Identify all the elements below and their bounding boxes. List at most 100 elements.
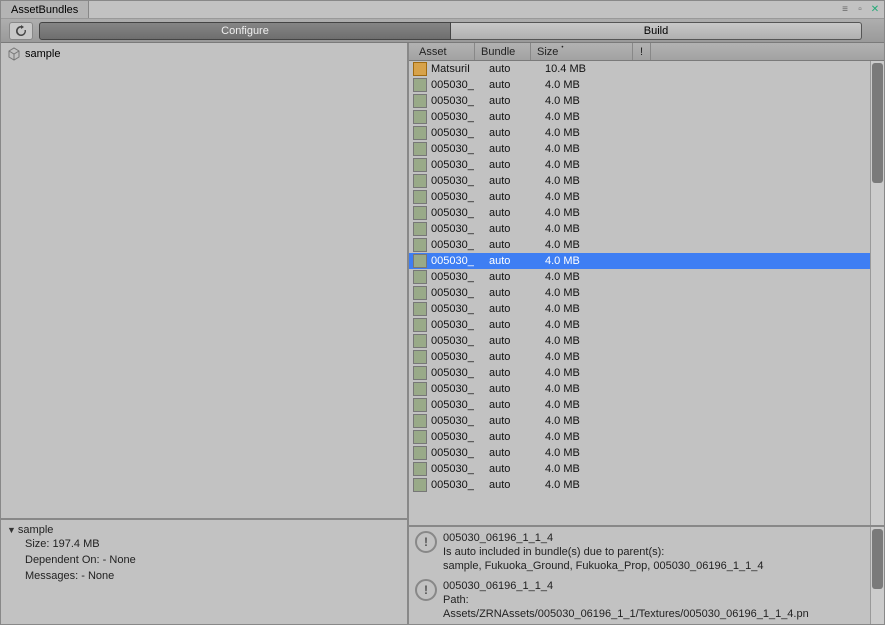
cell-size: 4.0 MB — [545, 367, 625, 379]
cell-asset: 005030_ — [431, 463, 489, 475]
scroll-thumb[interactable] — [872, 63, 883, 183]
details-header[interactable]: ▼sample — [7, 524, 401, 536]
cell-asset: 005030_ — [431, 223, 489, 235]
maximize-icon[interactable]: ▫ — [854, 4, 866, 16]
cell-bundle: auto — [489, 63, 545, 75]
bundle-details: ▼sample Size: 197.4 MB Dependent On: - N… — [1, 520, 407, 624]
bundle-tree[interactable]: sample — [1, 43, 407, 520]
table-row[interactable]: 005030_auto4.0 MB — [409, 381, 870, 397]
tab-configure[interactable]: Configure — [39, 22, 451, 40]
table-row[interactable]: 005030_auto4.0 MB — [409, 189, 870, 205]
tree-item-label: sample — [25, 48, 60, 60]
cell-asset: 005030_ — [431, 239, 489, 251]
cell-bundle: auto — [489, 143, 545, 155]
tree-item[interactable]: sample — [7, 46, 401, 62]
cell-bundle: auto — [489, 367, 545, 379]
cell-bundle: auto — [489, 127, 545, 139]
texture-icon — [413, 382, 427, 396]
table-row[interactable]: MatsuriIauto10.4 MB — [409, 61, 870, 77]
table-row[interactable]: 005030_auto4.0 MB — [409, 349, 870, 365]
texture-icon — [413, 478, 427, 492]
table-row[interactable]: 005030_auto4.0 MB — [409, 477, 870, 493]
message-item[interactable]: !005030_06196_1_1_4Path:Assets/ZRNAssets… — [411, 575, 868, 623]
texture-icon — [413, 302, 427, 316]
cell-asset: 005030_ — [431, 79, 489, 91]
table-row[interactable]: 005030_auto4.0 MB — [409, 269, 870, 285]
table-row[interactable]: 005030_auto4.0 MB — [409, 365, 870, 381]
window-title: AssetBundles — [11, 4, 78, 16]
details-name: sample — [18, 524, 53, 536]
table-row[interactable]: 005030_auto4.0 MB — [409, 333, 870, 349]
titlebar: AssetBundles ≡ ▫ ✕ — [1, 1, 884, 19]
cell-asset: 005030_ — [431, 287, 489, 299]
table-row[interactable]: 005030_auto4.0 MB — [409, 205, 870, 221]
cell-bundle: auto — [489, 303, 545, 315]
cell-size: 4.0 MB — [545, 431, 625, 443]
table-row[interactable]: 005030_auto4.0 MB — [409, 317, 870, 333]
texture-icon — [413, 334, 427, 348]
cell-asset: 005030_ — [431, 335, 489, 347]
table-row[interactable]: 005030_auto4.0 MB — [409, 253, 870, 269]
table-row[interactable]: 005030_auto4.0 MB — [409, 77, 870, 93]
message-item[interactable]: !005030_06196_1_1_4Is auto included in b… — [411, 527, 868, 575]
texture-icon — [413, 222, 427, 236]
column-header-size[interactable]: Size• — [531, 43, 633, 60]
cell-bundle: auto — [489, 255, 545, 267]
texture-icon — [413, 126, 427, 140]
cell-bundle: auto — [489, 175, 545, 187]
table-row[interactable]: 005030_auto4.0 MB — [409, 397, 870, 413]
table-row[interactable]: 005030_auto4.0 MB — [409, 125, 870, 141]
cell-size: 4.0 MB — [545, 159, 625, 171]
table-row[interactable]: 005030_auto4.0 MB — [409, 429, 870, 445]
tab-build[interactable]: Build — [451, 22, 862, 40]
cell-size: 4.0 MB — [545, 255, 625, 267]
table-row[interactable]: 005030_auto4.0 MB — [409, 445, 870, 461]
table-row[interactable]: 005030_auto4.0 MB — [409, 237, 870, 253]
texture-icon — [413, 238, 427, 252]
table-row[interactable]: 005030_auto4.0 MB — [409, 301, 870, 317]
cell-bundle: auto — [489, 431, 545, 443]
texture-icon — [413, 206, 427, 220]
texture-icon — [413, 430, 427, 444]
cell-asset: 005030_ — [431, 319, 489, 331]
close-icon[interactable]: ✕ — [869, 4, 881, 16]
texture-icon — [413, 142, 427, 156]
window-menu-icon[interactable]: ≡ — [839, 4, 851, 16]
texture-icon — [413, 398, 427, 412]
cell-asset: 005030_ — [431, 367, 489, 379]
cell-asset: MatsuriI — [431, 63, 489, 75]
refresh-button[interactable] — [9, 22, 33, 40]
table-row[interactable]: 005030_auto4.0 MB — [409, 173, 870, 189]
column-header-warn[interactable]: ! — [633, 43, 651, 60]
table-row[interactable]: 005030_auto4.0 MB — [409, 109, 870, 125]
cell-asset: 005030_ — [431, 111, 489, 123]
table-row[interactable]: 005030_auto4.0 MB — [409, 221, 870, 237]
texture-icon — [413, 350, 427, 364]
cell-size: 4.0 MB — [545, 399, 625, 411]
message-scrollbar[interactable] — [870, 527, 884, 624]
table-row[interactable]: 005030_auto4.0 MB — [409, 157, 870, 173]
scroll-thumb[interactable] — [872, 529, 883, 589]
cell-size: 4.0 MB — [545, 79, 625, 91]
table-row[interactable]: 005030_auto4.0 MB — [409, 93, 870, 109]
info-icon: ! — [415, 579, 437, 601]
texture-icon — [413, 446, 427, 460]
asset-list[interactable]: MatsuriIauto10.4 MB005030_auto4.0 MB0050… — [409, 61, 870, 525]
cell-size: 4.0 MB — [545, 223, 625, 235]
cell-bundle: auto — [489, 159, 545, 171]
cell-bundle: auto — [489, 271, 545, 283]
column-header-bundle[interactable]: Bundle — [475, 43, 531, 60]
cell-bundle: auto — [489, 415, 545, 427]
table-row[interactable]: 005030_auto4.0 MB — [409, 461, 870, 477]
table-row[interactable]: 005030_auto4.0 MB — [409, 141, 870, 157]
details-size: Size: 197.4 MB — [7, 536, 401, 552]
table-row[interactable]: 005030_auto4.0 MB — [409, 413, 870, 429]
cell-bundle: auto — [489, 207, 545, 219]
table-row[interactable]: 005030_auto4.0 MB — [409, 285, 870, 301]
vertical-scrollbar[interactable] — [870, 61, 884, 525]
window-tab[interactable]: AssetBundles — [1, 1, 89, 18]
texture-icon — [413, 190, 427, 204]
column-header-asset[interactable]: Asset — [413, 43, 475, 60]
cell-asset: 005030_ — [431, 191, 489, 203]
cell-size: 4.0 MB — [545, 415, 625, 427]
